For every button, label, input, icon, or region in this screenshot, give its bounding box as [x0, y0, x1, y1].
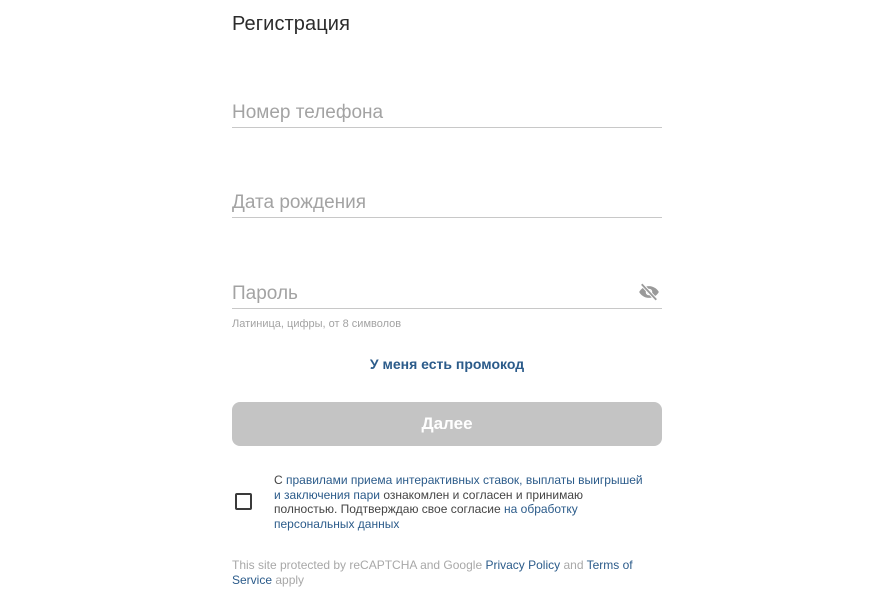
privacy-policy-link[interactable]: Privacy Policy	[485, 558, 560, 572]
birth-date-field-container	[232, 189, 662, 218]
birth-date-input[interactable]	[232, 189, 662, 217]
agreement-text: С правилами приема интерактивных ставок,…	[274, 473, 649, 531]
password-field-container	[232, 280, 662, 309]
recaptcha-text-part: apply	[272, 572, 305, 587]
agreement-text-part: С	[274, 473, 286, 487]
recaptcha-text-part: This site protected by reCAPTCHA and Goo…	[232, 558, 486, 572]
recaptcha-text-part: and	[560, 558, 587, 572]
page-title: Регистрация	[232, 13, 351, 35]
next-button[interactable]: Далее	[232, 402, 662, 446]
password-hint: Латиница, цифры, от 8 символов	[232, 318, 402, 330]
agreement-checkbox[interactable]	[235, 493, 252, 510]
password-input[interactable]	[232, 280, 662, 308]
eye-off-icon[interactable]	[638, 282, 660, 302]
phone-input[interactable]	[232, 99, 662, 127]
phone-field-container	[232, 99, 662, 128]
recaptcha-notice: This site protected by reCAPTCHA and Goo…	[232, 558, 662, 587]
promo-code-link[interactable]: У меня есть промокод	[232, 356, 662, 372]
